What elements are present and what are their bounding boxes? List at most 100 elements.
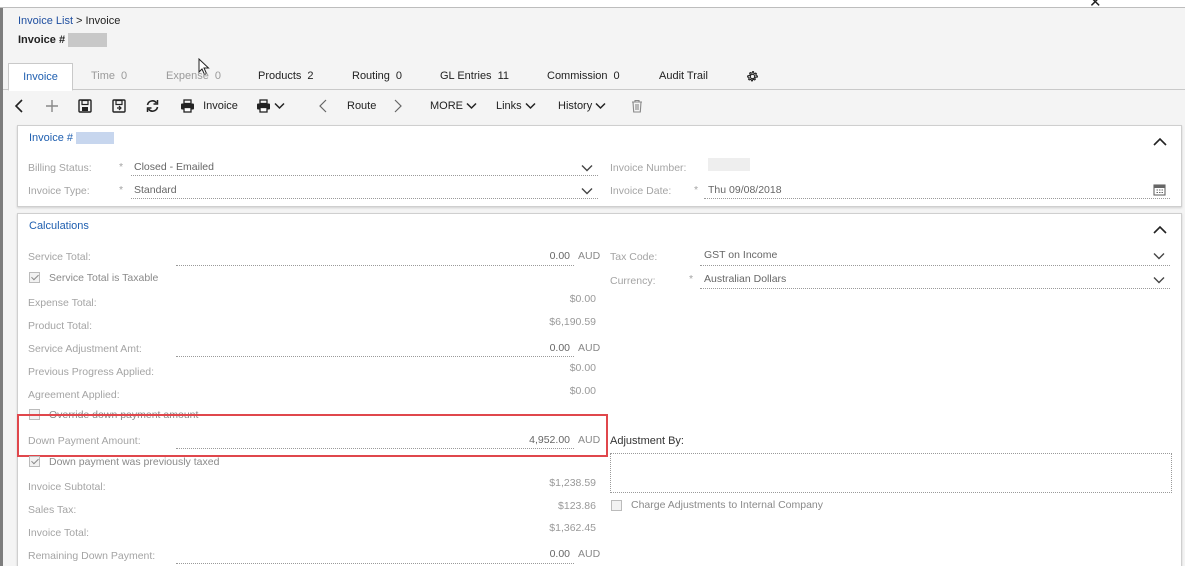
service-total-label: Service Total:	[28, 251, 91, 263]
gear-icon	[747, 70, 758, 81]
invoice-date-input[interactable]: Thu 09/08/2018	[708, 184, 782, 196]
expense-total-value: $0.00	[569, 293, 596, 305]
printer-icon	[257, 99, 270, 113]
route-next-button[interactable]	[393, 94, 403, 118]
breadcrumb-current: Invoice	[85, 15, 121, 27]
expense-total-label: Expense Total:	[28, 297, 97, 309]
left-edge	[0, 8, 3, 566]
billing-status-select[interactable]: Closed - Emailed	[134, 161, 214, 173]
chevron-down-icon[interactable]	[581, 164, 593, 172]
tab-label: Expense	[166, 70, 209, 82]
print-invoice-label: Invoice	[203, 100, 238, 112]
remaining-down-payment-input[interactable]: 0.00	[480, 548, 570, 560]
field-underline	[176, 356, 574, 357]
service-adjustment-label: Service Adjustment Amt:	[28, 343, 142, 355]
tab-label: Invoice	[23, 71, 58, 83]
tab-products[interactable]: Products 2	[258, 63, 314, 90]
tab-time[interactable]: Time 0	[91, 63, 127, 90]
invoice-number-label: Invoice Number:	[610, 162, 687, 174]
history-menu[interactable]: History	[558, 94, 606, 118]
currency-unit: AUD	[578, 548, 601, 560]
save-close-button[interactable]	[112, 94, 127, 118]
field-underline	[131, 198, 598, 199]
route-prev-button[interactable]	[318, 94, 328, 118]
route-label: Route	[347, 100, 377, 112]
save-close-icon	[112, 99, 126, 113]
tab-label: Commission	[547, 70, 608, 82]
print-invoice-button[interactable]: Invoice	[180, 94, 238, 118]
chevron-up-icon[interactable]	[1153, 225, 1167, 234]
window-top-bar	[0, 0, 1185, 8]
tab-count: 11	[497, 70, 509, 82]
tab-settings[interactable]	[746, 63, 759, 90]
invoice-subtotal-label: Invoice Subtotal:	[28, 481, 106, 493]
service-taxable-checkbox[interactable]	[29, 272, 40, 283]
chevron-left-icon	[14, 99, 23, 113]
required-mark: *	[689, 273, 694, 285]
refresh-button[interactable]	[145, 94, 160, 118]
tab-gl-entries[interactable]: GL Entries 11	[440, 63, 509, 90]
adjustment-by-label: Adjustment By:	[610, 435, 684, 447]
page-title-text: Invoice #	[18, 33, 66, 46]
currency-select[interactable]: Australian Dollars	[704, 273, 786, 285]
close-icon[interactable]: ✕	[1089, 0, 1102, 11]
invoice-total-value: $1,362.45	[549, 522, 596, 534]
breadcrumb-invoice-list[interactable]: Invoice List	[18, 15, 73, 27]
field-underline	[131, 175, 598, 176]
tab-label: Audit Trail	[659, 70, 708, 82]
delete-button[interactable]	[631, 94, 643, 118]
history-label: History	[558, 100, 593, 112]
links-label: Links	[496, 100, 522, 112]
charge-internal-checkbox[interactable]	[611, 500, 622, 511]
redacted-invoice-number	[68, 33, 108, 47]
invoice-type-select[interactable]: Standard	[134, 184, 177, 196]
tab-count: 0	[395, 70, 403, 82]
tab-commission[interactable]: Commission 0	[547, 63, 620, 90]
tab-count: 0	[613, 70, 620, 82]
tab-bar: Invoice Time 0 Expense 0 Products 2 Routing…	[3, 63, 1185, 91]
invoice-date-label: Invoice Date:	[610, 185, 672, 197]
tab-invoice[interactable]: Invoice	[8, 63, 73, 91]
field-underline	[700, 288, 1170, 289]
calendar-icon[interactable]	[1153, 183, 1166, 196]
tab-routing[interactable]: Routing 0	[352, 63, 402, 90]
field-underline	[176, 563, 574, 564]
highlight-box	[17, 414, 608, 457]
more-menu[interactable]: MORE	[430, 94, 477, 118]
tab-audit-trail[interactable]: Audit Trail	[659, 63, 708, 90]
printer-icon	[181, 99, 194, 113]
add-button[interactable]	[45, 94, 59, 118]
links-menu[interactable]: Links	[496, 94, 536, 118]
tab-expense[interactable]: Expense 0	[166, 63, 221, 90]
breadcrumb-separator: >	[76, 15, 83, 27]
breadcrumb: Invoice List > Invoice	[18, 15, 120, 27]
tax-code-select[interactable]: GST on Income	[704, 249, 777, 261]
chevron-left-icon	[319, 99, 327, 113]
agreement-applied-value: $0.00	[569, 385, 596, 397]
chevron-down-icon[interactable]	[1153, 252, 1165, 260]
redacted-invoice-number	[76, 132, 115, 145]
required-mark: *	[119, 184, 124, 196]
tab-count: 0	[214, 70, 221, 82]
chevron-down-icon	[466, 103, 477, 110]
back-button[interactable]	[14, 94, 24, 118]
adjustment-by-textarea[interactable]	[610, 453, 1172, 493]
sales-tax-label: Sales Tax:	[28, 504, 77, 516]
service-adjustment-input[interactable]: 0.00	[480, 342, 570, 354]
save-button[interactable]	[78, 94, 92, 118]
chevron-up-icon[interactable]	[1153, 137, 1167, 146]
more-label: MORE	[430, 100, 463, 112]
chevron-down-icon[interactable]	[1153, 276, 1165, 284]
currency-label: Currency:	[610, 275, 656, 287]
previously-taxed-checkbox[interactable]	[29, 456, 40, 467]
chevron-right-icon	[394, 99, 402, 113]
invoice-type-label: Invoice Type:	[28, 185, 90, 197]
product-total-value: $6,190.59	[549, 316, 596, 328]
print-menu-button[interactable]	[256, 94, 285, 118]
sales-tax-value: $123.86	[558, 500, 596, 512]
chevron-down-icon	[595, 103, 606, 110]
service-total-input[interactable]: 0.00	[480, 250, 570, 262]
chevron-down-icon[interactable]	[581, 187, 593, 195]
required-mark: *	[694, 184, 699, 196]
tab-label: GL Entries	[440, 70, 492, 82]
